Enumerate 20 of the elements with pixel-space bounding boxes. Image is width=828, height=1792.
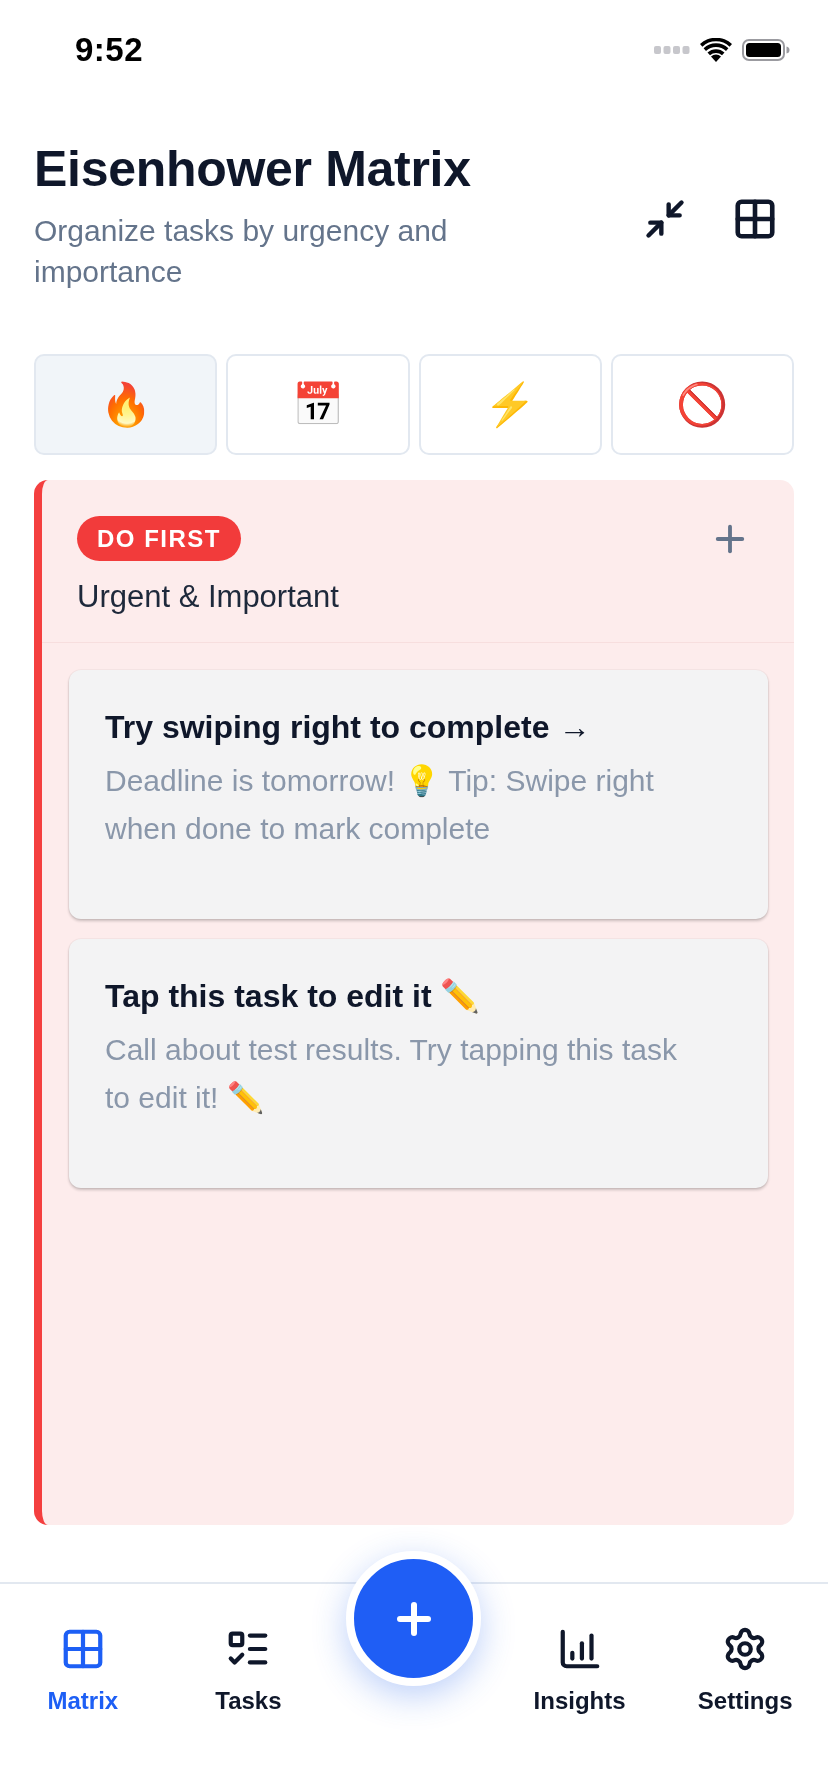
priority-badge: DO FIRST bbox=[77, 516, 241, 561]
task-card[interactable]: Tap this task to edit it ✏ Call about test results. Try tapping this task to edit it! ✏ bbox=[69, 939, 768, 1188]
nav-tab[interactable]: Settings bbox=[693, 1626, 797, 1715]
task-title: Tap this task to edit it ✏ bbox=[105, 977, 482, 1015]
nav-tab[interactable]: Tasks bbox=[211, 1626, 286, 1715]
nav-tab[interactable]: Matrix bbox=[43, 1626, 123, 1715]
signal-icon bbox=[654, 46, 690, 54]
task-description: Deadline is tomorrow! 💡 Tip: Swipe right when done to mark complete bbox=[105, 763, 655, 847]
wifi-icon bbox=[700, 38, 732, 62]
page-subtitle: Organize tasks by urgency and importance bbox=[34, 213, 449, 290]
filter-tab[interactable]: 🚫 bbox=[610, 354, 794, 455]
task-title: Try swiping right to complete → bbox=[105, 708, 592, 746]
filter-tab[interactable]: 📅 bbox=[226, 354, 410, 455]
status-time: 9:52 bbox=[75, 31, 144, 69]
battery-icon bbox=[742, 39, 790, 61]
nav-tab[interactable]: Insights bbox=[529, 1626, 630, 1715]
page-title: Eisenhower Matrix bbox=[34, 141, 472, 197]
task-card[interactable]: Try swiping right to complete → Deadline is tomorrow! 💡 Tip: Swipe right when done to mark complete bbox=[69, 670, 768, 919]
quadrant-subtitle: Urgent & Important bbox=[77, 579, 339, 615]
task-description: Call about test results. Try tapping this task to edit it! ✏ bbox=[105, 1032, 678, 1116]
